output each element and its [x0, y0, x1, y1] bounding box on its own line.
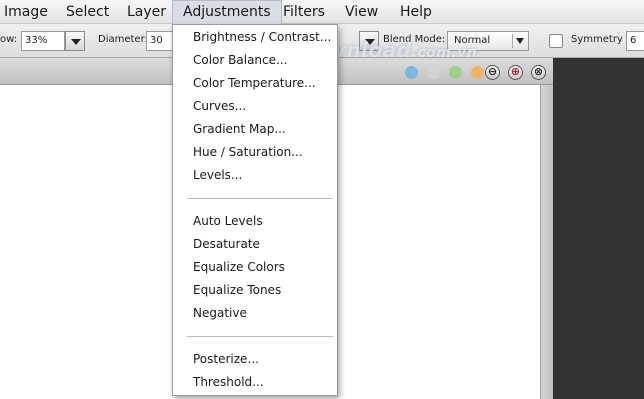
select-divider — [512, 34, 513, 48]
menu-layer[interactable]: Layer — [117, 0, 176, 24]
menu-item-levels[interactable]: Levels... — [193, 165, 242, 185]
menu-separator — [187, 336, 333, 337]
menu-help[interactable]: Help — [390, 0, 442, 24]
menu-item-hue-saturation[interactable]: Hue / Saturation... — [193, 142, 303, 162]
symmetry-checkbox[interactable] — [549, 34, 563, 48]
menu-item-negative[interactable]: Negative — [193, 303, 247, 323]
menu-item-curves[interactable]: Curves... — [193, 96, 246, 116]
watermark-domain: .com.vn — [411, 45, 478, 61]
menu-adjustments[interactable]: Adjustments — [172, 0, 282, 24]
menu-bar: Image Select Layer Adjustments Filters V… — [0, 0, 644, 24]
menu-item-equalize-tones[interactable]: Equalize Tones — [193, 280, 281, 300]
menu-item-desaturate[interactable]: Desaturate — [193, 234, 260, 254]
menu-separator — [187, 198, 333, 199]
zoom-input[interactable]: 33% — [21, 31, 65, 51]
zoom-dropdown-button[interactable] — [65, 31, 85, 51]
status-dot-green — [449, 66, 462, 79]
status-dot-blue — [405, 66, 418, 79]
menu-select[interactable]: Select — [56, 0, 119, 24]
menu-item-color-balance[interactable]: Color Balance... — [193, 50, 287, 70]
minimize-icon[interactable]: ⊖ — [485, 65, 500, 80]
chevron-down-icon — [516, 38, 524, 44]
menu-item-auto-levels[interactable]: Auto Levels — [193, 211, 263, 231]
adjustments-menu: Brightness / Contrast... Color Balance..… — [172, 24, 338, 396]
menu-filters[interactable]: Filters — [273, 0, 335, 24]
menu-item-color-temperature[interactable]: Color Temperature... — [193, 73, 316, 93]
menu-item-threshold[interactable]: Threshold... — [193, 372, 264, 392]
menu-item-gradient-map[interactable]: Gradient Map... — [193, 119, 286, 139]
zoom-icon[interactable]: ⊕ — [508, 65, 523, 80]
workspace-background — [554, 58, 644, 399]
symmetry-input[interactable]: 6 — [626, 31, 644, 51]
menu-item-posterize[interactable]: Posterize... — [193, 349, 259, 369]
symmetry-label: Symmetry — [571, 34, 623, 45]
status-dot-orange — [471, 66, 484, 79]
menu-view[interactable]: View — [335, 0, 388, 24]
status-dot-gray — [427, 66, 440, 79]
vertical-scrollbar[interactable] — [540, 85, 553, 399]
show-label: ow: — [0, 34, 18, 45]
close-icon[interactable]: ⊗ — [531, 65, 546, 80]
menu-item-brightness-contrast[interactable]: Brightness / Contrast... — [193, 27, 331, 47]
menu-item-equalize-colors[interactable]: Equalize Colors — [193, 257, 285, 277]
diameter-label: Diameter: — [98, 34, 148, 45]
menu-image[interactable]: Image — [0, 0, 58, 24]
